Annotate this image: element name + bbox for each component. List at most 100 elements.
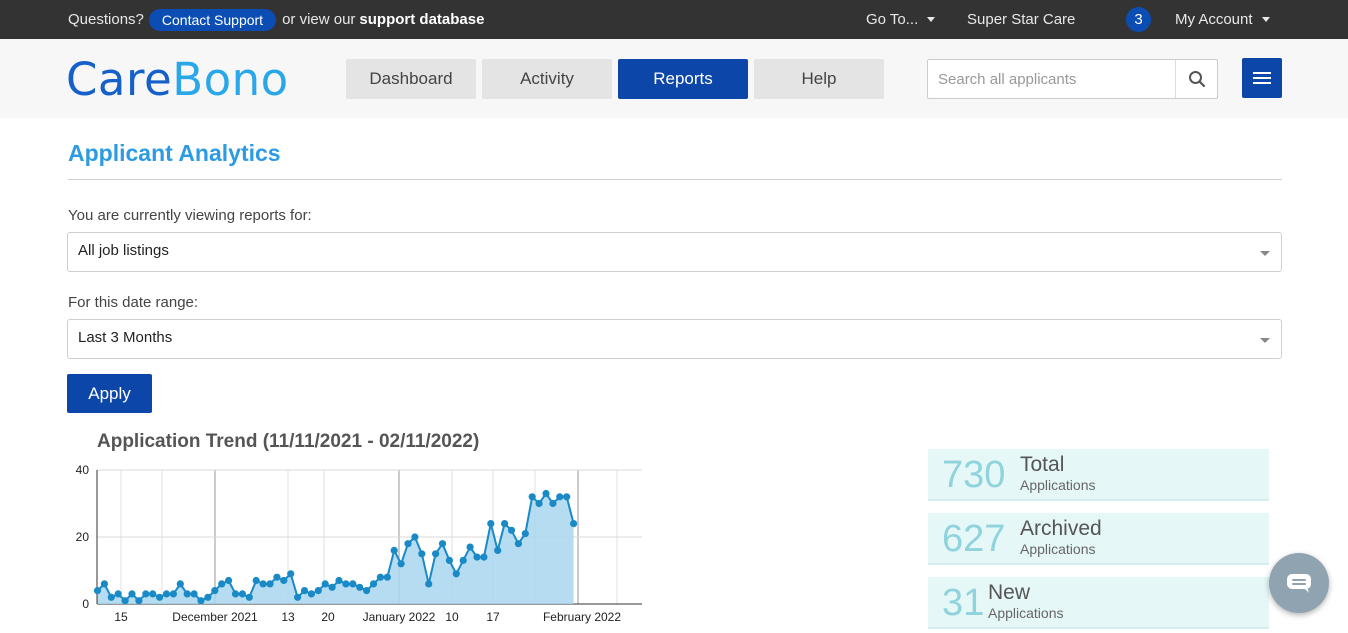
data-point <box>453 570 460 577</box>
data-point <box>280 577 287 584</box>
tab-help[interactable]: Help <box>754 59 884 99</box>
tab-dashboard[interactable]: Dashboard <box>346 59 476 99</box>
data-point <box>342 580 349 587</box>
data-point <box>204 594 211 601</box>
data-point <box>549 500 556 507</box>
search-input[interactable] <box>928 60 1173 98</box>
date-range-select[interactable]: Last 3 Months <box>67 319 1282 359</box>
data-point <box>515 540 522 547</box>
chat-button[interactable] <box>1269 553 1329 613</box>
stat-new: 31 New Applications <box>928 577 1269 629</box>
y-tick-label: 20 <box>76 530 90 544</box>
data-point <box>142 590 149 597</box>
data-point <box>556 493 563 500</box>
data-point <box>322 580 329 587</box>
data-point <box>225 577 232 584</box>
contact-support-button[interactable]: Contact Support <box>149 9 276 31</box>
or-view-text: or view our <box>282 11 355 28</box>
my-account-menu[interactable]: My Account <box>1175 11 1270 28</box>
data-point <box>542 490 549 497</box>
logo-bono: Bono <box>172 53 288 106</box>
listing-label: You are currently viewing reports for: <box>68 207 312 224</box>
data-point <box>197 597 204 604</box>
data-point <box>315 587 322 594</box>
data-point <box>94 587 101 594</box>
data-point <box>101 580 108 587</box>
data-point <box>260 580 267 587</box>
stat-title: Archived <box>1020 517 1102 541</box>
stat-subtitle: Applications <box>1020 477 1096 493</box>
data-point <box>439 540 446 547</box>
job-listing-value: All job listings <box>78 242 169 259</box>
stat-number: 730 <box>942 453 1005 497</box>
data-point <box>480 554 487 561</box>
data-point <box>536 500 543 507</box>
data-point <box>467 544 474 551</box>
data-point <box>287 570 294 577</box>
chevron-down-icon <box>1260 251 1270 256</box>
data-point <box>108 594 115 601</box>
apply-button[interactable]: Apply <box>67 374 152 413</box>
data-point <box>301 587 308 594</box>
x-tick-label: 13 <box>281 610 295 624</box>
support-links: Questions? Contact Support or view our s… <box>68 0 484 39</box>
date-range-label: For this date range: <box>68 294 198 311</box>
hamburger-menu-button[interactable] <box>1242 58 1282 98</box>
support-database-link[interactable]: support database <box>359 11 484 28</box>
data-point <box>232 590 239 597</box>
job-listing-select[interactable]: All job listings <box>67 232 1282 272</box>
top-bar: Questions? Contact Support or view our s… <box>0 0 1348 39</box>
data-point <box>266 580 273 587</box>
stat-number: 31 <box>942 581 984 625</box>
data-point <box>529 493 536 500</box>
x-tick-label: 10 <box>445 610 459 624</box>
data-point <box>425 580 432 587</box>
x-tick-label: 17 <box>486 610 500 624</box>
carebono-logo[interactable]: CareBono <box>66 55 289 105</box>
tab-activity[interactable]: Activity <box>482 59 612 99</box>
data-point <box>411 533 418 540</box>
data-point <box>487 520 494 527</box>
data-point <box>177 580 184 587</box>
data-point <box>404 540 411 547</box>
stat-archived: 627 Archived Applications <box>928 513 1269 565</box>
x-tick-label: 15 <box>114 610 128 624</box>
search-button[interactable] <box>1175 60 1217 98</box>
stat-number: 627 <box>942 517 1005 561</box>
stat-subtitle: Applications <box>1020 541 1096 557</box>
data-point <box>170 590 177 597</box>
data-point <box>122 597 129 604</box>
data-point <box>522 530 529 537</box>
data-point <box>211 587 218 594</box>
tab-reports[interactable]: Reports <box>618 59 748 99</box>
data-point <box>184 590 191 597</box>
data-point <box>239 590 246 597</box>
divider <box>68 179 1282 180</box>
chevron-down-icon <box>1262 17 1270 22</box>
data-point <box>418 550 425 557</box>
data-point <box>308 590 315 597</box>
data-point <box>473 554 480 561</box>
notification-badge[interactable]: 3 <box>1126 7 1151 32</box>
data-point <box>156 594 163 601</box>
search-box <box>927 59 1218 99</box>
data-point <box>335 577 342 584</box>
data-point <box>363 587 370 594</box>
chevron-down-icon <box>927 17 935 22</box>
data-point <box>163 590 170 597</box>
date-range-value: Last 3 Months <box>78 329 172 346</box>
data-point <box>384 574 391 581</box>
go-to-menu[interactable]: Go To... <box>866 11 935 28</box>
data-point <box>273 574 280 581</box>
data-point <box>501 520 508 527</box>
data-point <box>149 590 156 597</box>
company-name[interactable]: Super Star Care <box>967 11 1075 28</box>
header: CareBono Dashboard Activity Reports Help <box>0 39 1348 118</box>
data-point <box>370 580 377 587</box>
questions-text: Questions? <box>68 11 144 28</box>
data-point <box>563 493 570 500</box>
data-point <box>135 597 142 604</box>
search-icon <box>1188 70 1206 88</box>
x-tick-label: January 2022 <box>363 610 436 624</box>
data-point <box>391 547 398 554</box>
